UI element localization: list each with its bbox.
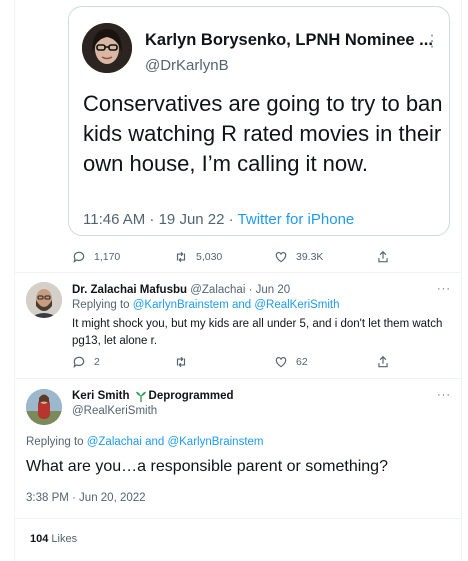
share-button[interactable] bbox=[376, 355, 398, 369]
reply-tweet-text: It might shock you, but my kids are all … bbox=[72, 318, 443, 347]
more-icon[interactable]: ⋮ bbox=[424, 31, 441, 51]
reply-header: Dr. Zalachai Mafusbu @Zalachai · Jun 20 bbox=[72, 284, 290, 296]
main-tweet-timestamp[interactable]: 3:38 PM · Jun 20, 2022 bbox=[26, 492, 146, 504]
main-tweet-text: What are you…a responsible parent or som… bbox=[26, 458, 388, 475]
retweet-button[interactable] bbox=[174, 355, 196, 369]
share-button[interactable] bbox=[376, 250, 398, 264]
quoted-tweet-meta: 11:46 AM · 19 Jun 22 · Twitter for iPhon… bbox=[83, 211, 354, 228]
quoted-tweet-timestamp[interactable]: 11:46 AM · 19 Jun 22 · bbox=[83, 211, 238, 228]
reply-button[interactable]: 1,170 bbox=[72, 250, 120, 264]
quoted-action-bar: 1,170 5,030 39.3K bbox=[72, 250, 452, 270]
divider bbox=[14, 272, 462, 273]
quoted-author-avatar[interactable] bbox=[82, 23, 132, 73]
divider bbox=[14, 518, 462, 519]
quoted-author-name[interactable]: Karlyn Borysenko, LPNH Nominee ... bbox=[145, 31, 433, 50]
share-icon bbox=[378, 250, 388, 263]
reply-icon bbox=[73, 251, 85, 264]
replying-to-links[interactable]: @KarlynBrainstem and @RealKeriSmith bbox=[133, 299, 340, 311]
sprout-icon bbox=[135, 391, 146, 402]
like-count: 39.3K bbox=[296, 251, 324, 263]
reply-count: 2 bbox=[94, 356, 100, 368]
reply-author-handle[interactable]: @Zalachai · Jun 20 bbox=[190, 284, 290, 296]
main-author-name-row[interactable]: Keri Smith Deprogrammed bbox=[72, 390, 234, 402]
like-icon bbox=[275, 252, 287, 263]
share-icon bbox=[378, 355, 388, 368]
reply-author-name[interactable]: Dr. Zalachai Mafusbu bbox=[72, 284, 187, 296]
like-count: 62 bbox=[296, 356, 308, 368]
retweet-icon bbox=[176, 356, 186, 368]
likes-label: Likes bbox=[51, 533, 78, 545]
replying-prefix: Replying to bbox=[72, 299, 133, 311]
more-icon[interactable]: ··· bbox=[437, 389, 451, 401]
like-button[interactable]: 39.3K bbox=[274, 250, 323, 264]
likes-count: 104 bbox=[30, 533, 49, 545]
quoted-tweet-text: Conservatives are going to try to ban ki… bbox=[83, 91, 443, 176]
main-replying-to: Replying to @Zalachai and @KarlynBrainst… bbox=[26, 436, 264, 448]
like-icon bbox=[275, 357, 287, 368]
main-author-handle[interactable]: @RealKeriSmith bbox=[72, 405, 157, 417]
retweet-icon bbox=[176, 251, 186, 263]
reply-replying-to: Replying to @KarlynBrainstem and @RealKe… bbox=[72, 299, 340, 311]
retweet-button[interactable]: 5,030 bbox=[174, 250, 222, 264]
quoted-tweet-card[interactable]: Karlyn Borysenko, LPNH Nominee ... @DrKa… bbox=[68, 6, 450, 236]
reply-author-avatar[interactable] bbox=[26, 282, 62, 318]
retweet-count: 5,030 bbox=[196, 251, 223, 263]
reply-action-bar: 2 62 bbox=[72, 355, 452, 375]
replying-prefix: Replying to bbox=[26, 436, 87, 448]
main-author-avatar[interactable] bbox=[26, 389, 62, 425]
replying-to-links[interactable]: @Zalachai and @KarlynBrainstem bbox=[87, 436, 264, 448]
likes-summary[interactable]: 104 Likes bbox=[30, 533, 77, 545]
more-icon[interactable]: ··· bbox=[437, 283, 451, 295]
like-button[interactable]: 62 bbox=[274, 355, 308, 369]
quoted-author-handle[interactable]: @DrKarlynB bbox=[145, 57, 229, 74]
reply-button[interactable]: 2 bbox=[72, 355, 100, 369]
divider bbox=[14, 378, 462, 379]
main-author-name[interactable]: Keri Smith bbox=[72, 390, 130, 402]
reply-count: 1,170 bbox=[94, 251, 121, 263]
reply-icon bbox=[73, 356, 85, 369]
quoted-tweet-source[interactable]: Twitter for iPhone bbox=[238, 211, 355, 228]
main-author-suffix[interactable]: Deprogrammed bbox=[149, 390, 234, 402]
